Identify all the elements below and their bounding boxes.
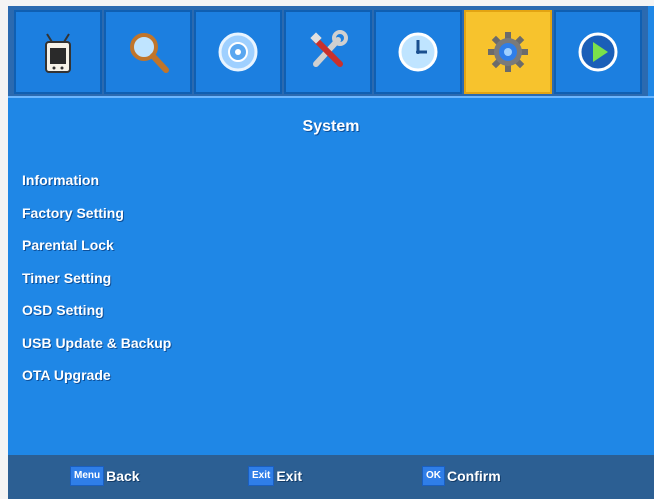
menu-item-osd-setting[interactable]: OSD Setting: [22, 294, 422, 327]
exit-key-icon: Exit: [248, 466, 275, 486]
osd-screen: System Information Factory Setting Paren…: [0, 0, 654, 499]
footer-help-bar: Menu Back Exit Exit OK Confirm: [8, 455, 654, 499]
menu-item-timer-setting[interactable]: Timer Setting: [22, 262, 422, 295]
tab-play[interactable]: [554, 10, 642, 94]
header-divider: [8, 96, 654, 98]
ok-key-icon: OK: [422, 466, 445, 486]
system-menu: Information Factory Setting Parental Loc…: [22, 164, 422, 392]
menu-key-icon: Menu: [70, 466, 105, 486]
main-menu-toolbar: [8, 6, 648, 96]
page-title: System: [302, 118, 360, 135]
tab-media[interactable]: [194, 10, 282, 94]
menu-item-usb-update-backup[interactable]: USB Update & Backup: [22, 327, 422, 360]
footer-back[interactable]: Menu Back: [70, 465, 140, 487]
menu-item-ota-upgrade[interactable]: OTA Upgrade: [22, 359, 422, 392]
frame-left: [0, 0, 8, 499]
tab-time[interactable]: [374, 10, 462, 94]
tools-icon: [310, 30, 348, 67]
tab-system[interactable]: [464, 10, 552, 94]
disc-icon: [218, 32, 258, 72]
footer-exit[interactable]: Exit Exit: [248, 465, 302, 487]
footer-exit-label: Exit: [276, 468, 303, 484]
tab-tools[interactable]: [284, 10, 372, 94]
play-icon: [578, 32, 618, 72]
clock-icon: [398, 32, 438, 72]
tab-tv[interactable]: [14, 10, 102, 94]
menu-item-information[interactable]: Information: [22, 164, 422, 197]
footer-confirm[interactable]: OK Confirm: [422, 465, 501, 487]
gear-icon: [488, 32, 528, 72]
tv-icon: [45, 33, 71, 73]
menu-item-factory-setting[interactable]: Factory Setting: [22, 197, 422, 230]
search-icon: [130, 33, 169, 73]
footer-confirm-label: Confirm: [447, 468, 501, 484]
menu-item-parental-lock[interactable]: Parental Lock: [22, 229, 422, 262]
footer-back-label: Back: [106, 468, 140, 484]
tab-search[interactable]: [104, 10, 192, 94]
